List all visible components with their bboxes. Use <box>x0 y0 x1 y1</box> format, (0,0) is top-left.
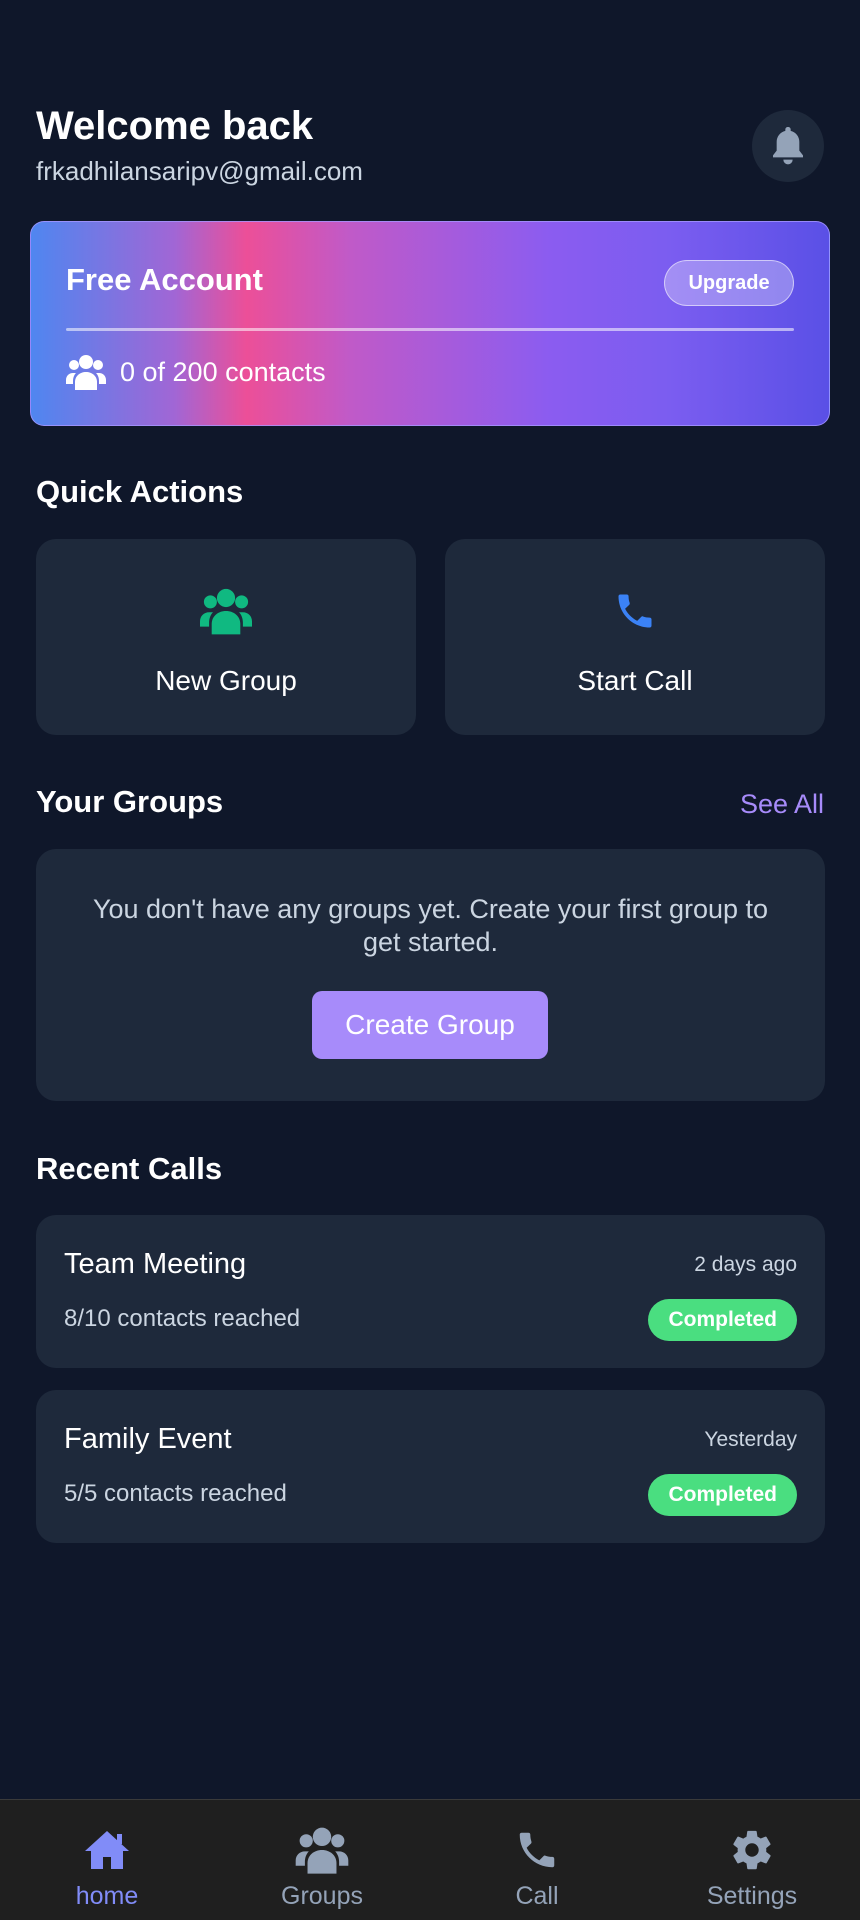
see-all-link[interactable]: See All <box>740 786 824 822</box>
call-time: 2 days ago <box>694 1253 797 1276</box>
home-screen: Welcome back frkadhilansaripv@gmail.com … <box>0 0 860 1920</box>
page-title: Welcome back <box>36 104 314 148</box>
call-time: Yesterday <box>704 1428 797 1451</box>
users-icon <box>200 588 252 635</box>
nav-settings[interactable]: Settings <box>652 1800 852 1920</box>
users-icon <box>295 1827 349 1874</box>
status-badge: Completed <box>648 1299 797 1341</box>
call-name: Team Meeting <box>64 1248 247 1280</box>
call-reach: 5/5 contacts reached <box>64 1480 287 1507</box>
phone-icon <box>618 594 652 628</box>
divider <box>66 328 794 331</box>
nav-label: Call <box>515 1882 559 1910</box>
nav-label: home <box>75 1882 139 1910</box>
start-call-button[interactable]: Start Call <box>445 539 825 735</box>
contacts-count: 0 of 200 contacts <box>120 356 326 387</box>
nav-label: Settings <box>706 1882 798 1910</box>
header: Welcome back frkadhilansaripv@gmail.com <box>36 100 824 200</box>
start-call-label: Start Call <box>577 665 693 696</box>
nav-label: Groups <box>281 1882 363 1910</box>
nav-home[interactable]: home <box>7 1800 207 1920</box>
call-item[interactable]: Team Meeting 2 days ago 8/10 contacts re… <box>36 1215 825 1368</box>
call-item[interactable]: Family Event Yesterday 5/5 contacts reac… <box>36 1390 825 1543</box>
contacts-usage: 0 of 200 contacts <box>66 350 326 394</box>
status-badge: Completed <box>648 1474 797 1516</box>
empty-message: You don't have any groups yet. Create yo… <box>92 894 769 957</box>
call-reach: 8/10 contacts reached <box>64 1305 301 1332</box>
recent-calls-title: Recent Calls <box>36 1151 223 1186</box>
home-icon <box>85 1831 129 1869</box>
gear-icon <box>733 1830 771 1870</box>
bell-icon <box>773 126 803 165</box>
phone-icon <box>519 1832 555 1868</box>
notifications-button[interactable] <box>752 110 824 182</box>
user-email: frkadhilansaripv@gmail.com <box>36 156 363 186</box>
account-title: Free Account <box>66 262 263 297</box>
groups-empty-state: You don't have any groups yet. Create yo… <box>36 849 825 1101</box>
upgrade-button[interactable]: Upgrade <box>664 260 794 306</box>
account-card: Free Account Upgrade 0 of 200 contacts <box>30 221 830 426</box>
users-icon <box>66 355 106 390</box>
new-group-label: New Group <box>155 665 297 696</box>
nav-groups[interactable]: Groups <box>222 1800 422 1920</box>
quick-actions-title: Quick Actions <box>36 474 244 509</box>
bottom-nav: home Groups Call Settings <box>0 1799 860 1920</box>
call-name: Family Event <box>64 1423 232 1455</box>
create-group-button[interactable]: Create Group <box>312 991 548 1059</box>
new-group-button[interactable]: New Group <box>36 539 416 735</box>
nav-call[interactable]: Call <box>437 1800 637 1920</box>
your-groups-title: Your Groups <box>36 784 224 819</box>
